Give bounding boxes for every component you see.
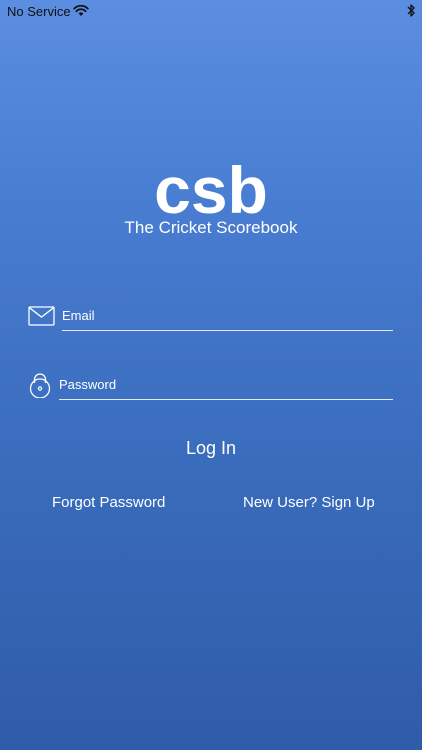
bluetooth-icon	[407, 4, 415, 17]
forgot-password-link[interactable]: Forgot Password	[52, 490, 170, 514]
password-underline	[59, 399, 393, 400]
wifi-icon	[73, 4, 89, 16]
password-field	[28, 369, 394, 409]
email-input[interactable]	[62, 302, 393, 328]
carrier-label: No Service	[7, 4, 71, 19]
email-field	[28, 300, 394, 340]
sign-up-link[interactable]: New User? Sign Up	[243, 490, 379, 514]
password-input[interactable]	[59, 371, 393, 397]
status-bar: No Service	[0, 0, 422, 22]
lock-icon	[29, 373, 51, 398]
app-tagline: The Cricket Scorebook	[124, 218, 298, 237]
envelope-icon	[28, 306, 55, 326]
login-screen: No Service csb The Cricket Scorebook Log…	[0, 0, 422, 750]
login-button[interactable]: Log In	[151, 434, 271, 462]
email-underline	[62, 330, 393, 331]
